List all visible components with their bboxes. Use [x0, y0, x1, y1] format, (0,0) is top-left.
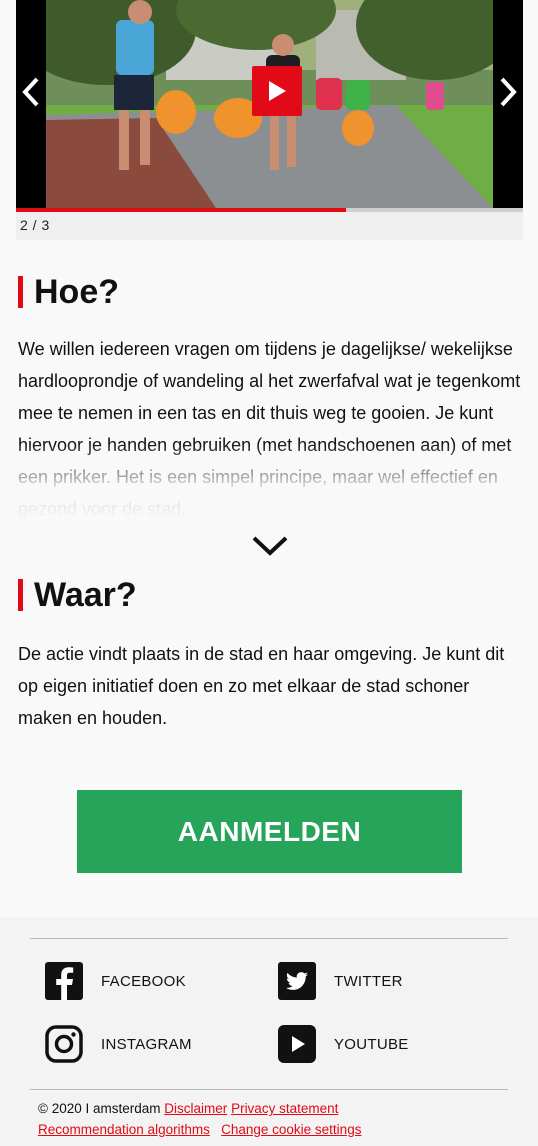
disclaimer-link[interactable]: Disclaimer [164, 1101, 227, 1116]
play-icon [269, 81, 286, 101]
chevron-right-icon [500, 77, 517, 107]
carousel-progress-bar [16, 208, 523, 212]
collapsed-text-block: We willen iedereen vragen om tijdens je … [18, 333, 523, 523]
instagram-label: INSTAGRAM [101, 1035, 192, 1053]
text-fade-overlay [18, 443, 523, 523]
video-play-button[interactable] [252, 66, 302, 116]
twitter-icon [278, 962, 316, 1000]
privacy-statement-link[interactable]: Privacy statement [231, 1101, 338, 1116]
twitter-link[interactable]: TWITTER [278, 962, 403, 1000]
expand-text-button[interactable] [250, 532, 290, 562]
slide-counter: 2 / 3 [20, 217, 50, 233]
facebook-icon [45, 962, 83, 1000]
carousel-progress-fill [16, 208, 346, 212]
recommendation-algorithms-link[interactable]: Recommendation algorithms [38, 1122, 210, 1137]
cookie-settings-link[interactable]: Change cookie settings [221, 1122, 361, 1137]
facebook-label: FACEBOOK [101, 972, 186, 990]
carousel-next-button[interactable] [493, 70, 523, 114]
media-carousel: 2 / 3 [16, 0, 523, 240]
copyright-text: © 2020 I amsterdam [38, 1101, 161, 1116]
footer-divider-bottom [30, 1089, 508, 1090]
twitter-label: TWITTER [334, 972, 403, 990]
facebook-link[interactable]: FACEBOOK [45, 962, 186, 1000]
chevron-left-icon [22, 77, 39, 107]
youtube-icon [278, 1025, 316, 1063]
instagram-link[interactable]: INSTAGRAM [45, 1025, 192, 1063]
carousel-prev-button[interactable] [16, 70, 46, 114]
legal-links: © 2020 I amsterdam Disclaimer Privacy st… [38, 1098, 508, 1140]
instagram-icon [45, 1025, 83, 1063]
youtube-label: YOUTUBE [334, 1035, 409, 1053]
chevron-down-icon [252, 536, 288, 556]
section-title-waar: Waar? [18, 576, 137, 614]
youtube-link[interactable]: YOUTUBE [278, 1025, 409, 1063]
section-title-hoe: Hoe? [18, 273, 119, 311]
footer-divider [30, 938, 508, 939]
section-text-waar: De actie vindt plaats in de stad en haar… [18, 644, 505, 728]
register-button[interactable]: AANMELDEN [77, 790, 462, 873]
